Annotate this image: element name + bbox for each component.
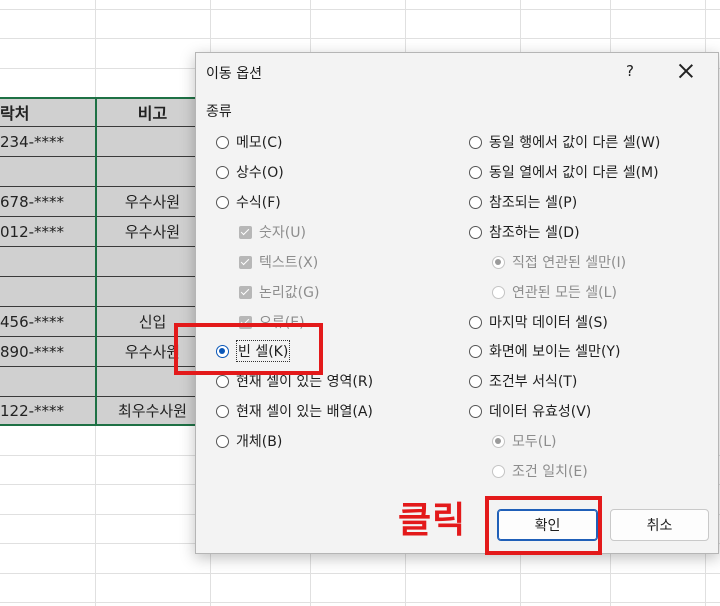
option-number[interactable]: 숫자(U) xyxy=(239,221,306,243)
option-constant[interactable]: 상수(O) xyxy=(216,161,284,183)
option-label: 동일 열에서 값이 다른 셀(M) xyxy=(489,165,659,181)
table-cell[interactable] xyxy=(0,247,96,277)
option-logical[interactable]: 논리값(G) xyxy=(239,281,319,303)
highlight-box-ok xyxy=(485,496,602,555)
selection-border xyxy=(95,97,97,425)
option-label: 동일 행에서 값이 다른 셀(W) xyxy=(489,135,661,151)
option-validation-same[interactable]: 조건 일치(E) xyxy=(492,460,588,482)
option-label: 메모(C) xyxy=(236,135,283,151)
grid-line xyxy=(0,9,720,10)
click-annotation: 클릭 xyxy=(398,500,467,541)
table-cell[interactable]: 우수사원 xyxy=(96,217,210,247)
table-cell[interactable]: 456-**** xyxy=(0,307,96,337)
option-objects[interactable]: 개체(B) xyxy=(216,430,282,452)
dialog-titlebar[interactable]: 이동 옵션 ? xyxy=(196,53,718,91)
table-cell[interactable] xyxy=(0,367,96,397)
radio-icon[interactable] xyxy=(469,225,482,239)
option-label: 숫자(U) xyxy=(259,225,306,241)
radio-icon[interactable] xyxy=(469,315,482,329)
radio-icon[interactable] xyxy=(216,404,229,418)
grid-line xyxy=(0,573,720,574)
table-cell[interactable]: 012-**** xyxy=(0,217,96,247)
radio-icon[interactable] xyxy=(469,135,482,149)
radio-icon[interactable] xyxy=(216,195,229,209)
option-memo[interactable]: 메모(C) xyxy=(216,131,282,153)
checkbox-icon[interactable] xyxy=(239,285,252,299)
radio-icon[interactable] xyxy=(492,285,505,299)
radio-icon[interactable] xyxy=(469,404,482,418)
table-cell[interactable]: 890-**** xyxy=(0,337,96,367)
table-cell[interactable] xyxy=(0,157,96,187)
table-cell[interactable]: 122-**** xyxy=(0,397,96,425)
highlight-box-blanks xyxy=(174,323,323,375)
option-label: 마지막 데이터 셀(S) xyxy=(489,315,608,331)
option-formula[interactable]: 수식(F) xyxy=(216,191,281,213)
option-column-differences[interactable]: 동일 열에서 값이 다른 셀(M) xyxy=(469,161,659,183)
table-cell[interactable] xyxy=(96,277,210,307)
option-dependents[interactable]: 참조하는 셀(D) xyxy=(469,221,580,243)
table-cell[interactable]: 우수사원 xyxy=(96,187,210,217)
table-cell[interactable] xyxy=(96,157,210,187)
option-all-levels[interactable]: 연관된 모든 셀(L) xyxy=(492,281,617,303)
option-text[interactable]: 텍스트(X) xyxy=(239,251,318,273)
radio-icon[interactable] xyxy=(469,344,482,358)
option-precedents[interactable]: 참조되는 셀(P) xyxy=(469,191,577,213)
option-row-differences[interactable]: 동일 행에서 값이 다른 셀(W) xyxy=(469,131,660,153)
option-validation-all[interactable]: 모두(L) xyxy=(492,430,556,452)
option-label: 조건부 서식(T) xyxy=(489,374,578,390)
option-label: 논리값(G) xyxy=(259,285,320,301)
radio-checked-icon[interactable] xyxy=(492,255,505,269)
option-label: 개체(B) xyxy=(236,434,283,450)
table-cell[interactable] xyxy=(0,277,96,307)
option-label: 참조하는 셀(D) xyxy=(489,225,580,241)
cell-header-contact[interactable]: 락처 xyxy=(0,97,96,127)
option-last-cell[interactable]: 마지막 데이터 셀(S) xyxy=(469,311,608,333)
option-label: 수식(F) xyxy=(236,195,281,211)
help-button[interactable]: ? xyxy=(620,62,640,80)
table-cell[interactable]: 234-**** xyxy=(0,127,96,157)
radio-icon[interactable] xyxy=(216,434,229,448)
radio-icon[interactable] xyxy=(469,374,482,388)
radio-icon[interactable] xyxy=(216,374,229,388)
radio-icon[interactable] xyxy=(469,195,482,209)
table-cell[interactable] xyxy=(96,247,210,277)
option-visible-only[interactable]: 화면에 보이는 셀만(Y) xyxy=(469,340,620,362)
radio-icon[interactable] xyxy=(216,135,229,149)
option-label: 직접 연관된 셀만(I) xyxy=(512,255,627,271)
radio-icon[interactable] xyxy=(492,464,505,478)
radio-icon[interactable] xyxy=(216,165,229,179)
option-label: 참조되는 셀(P) xyxy=(489,195,578,211)
table-cell[interactable]: 최우수사원 xyxy=(96,397,210,425)
option-label: 연관된 모든 셀(L) xyxy=(512,285,617,301)
dialog-title: 이동 옵션 xyxy=(206,66,262,82)
option-label: 데이터 유효성(V) xyxy=(489,404,592,420)
table-cell[interactable]: 678-**** xyxy=(0,187,96,217)
radio-icon[interactable] xyxy=(469,165,482,179)
option-label: 텍스트(X) xyxy=(259,255,319,271)
selection-border xyxy=(0,424,210,426)
cell-header-note[interactable]: 비고 xyxy=(96,97,210,127)
grid-line xyxy=(0,602,720,603)
checkbox-icon[interactable] xyxy=(239,225,252,239)
selection-border xyxy=(0,97,210,99)
option-label: 화면에 보이는 셀만(Y) xyxy=(489,344,621,360)
option-conditional-formats[interactable]: 조건부 서식(T) xyxy=(469,370,577,392)
radio-checked-icon[interactable] xyxy=(492,434,505,448)
option-current-array[interactable]: 현재 셀이 있는 배열(A) xyxy=(216,400,373,422)
go-to-special-dialog: 이동 옵션 ? 종류 메모(C) 상수(O) 수식(F) 숫자(U) 텍스트(X… xyxy=(195,52,719,554)
option-data-validation[interactable]: 데이터 유효성(V) xyxy=(469,400,591,422)
cancel-button[interactable]: 취소 xyxy=(610,509,709,541)
grid-line xyxy=(0,38,720,39)
option-label: 조건 일치(E) xyxy=(512,464,588,480)
group-label: 종류 xyxy=(206,104,232,120)
table-cell[interactable] xyxy=(96,127,210,157)
option-label: 현재 셀이 있는 배열(A) xyxy=(236,404,373,420)
option-direct-only[interactable]: 직접 연관된 셀만(I) xyxy=(492,251,626,273)
option-label: 모두(L) xyxy=(512,434,557,450)
close-icon[interactable] xyxy=(674,59,698,83)
option-label: 상수(O) xyxy=(236,165,284,181)
checkbox-icon[interactable] xyxy=(239,255,252,269)
